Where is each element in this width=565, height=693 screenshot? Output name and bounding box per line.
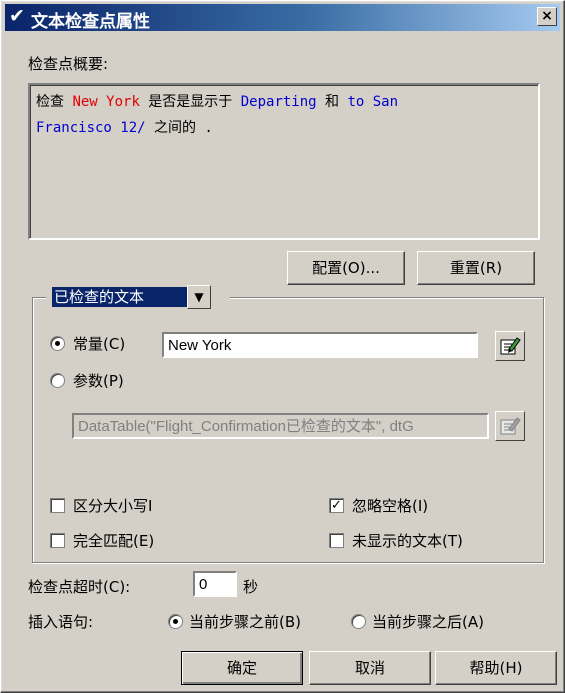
text-not-displayed-label[interactable]: 未显示的文本(T) bbox=[352, 530, 463, 551]
ignore-spaces-checkbox[interactable]: ✓ bbox=[329, 498, 344, 513]
insert-after-radio[interactable] bbox=[351, 614, 366, 629]
summary-text-before: Departing bbox=[240, 94, 317, 110]
cancel-button[interactable]: 取消 bbox=[309, 651, 431, 685]
checked-text-combo[interactable]: 已检查的文本 ▼ bbox=[46, 285, 230, 309]
timeout-label: 检查点超时(C): bbox=[28, 578, 131, 596]
chevron-down-icon[interactable]: ▼ bbox=[187, 285, 211, 309]
insert-before-label[interactable]: 当前步骤之前(B) bbox=[189, 611, 301, 632]
match-case-label[interactable]: 区分大小写I bbox=[73, 495, 152, 516]
window-title: 文本检查点属性 bbox=[31, 12, 150, 32]
summary-text-after: to San bbox=[347, 94, 399, 110]
summary-text: 之间的 . bbox=[145, 120, 213, 136]
reset-button[interactable]: 重置(R) bbox=[417, 251, 535, 285]
text-checkpoint-properties-dialog: ✔ 文本检查点属性 × 检查点概要: 检查 New York 是否是显示于 De… bbox=[0, 0, 565, 693]
ok-button[interactable]: 确定 bbox=[181, 651, 303, 685]
constant-value-input[interactable]: New York bbox=[162, 332, 478, 358]
help-button[interactable]: 帮助(H) bbox=[435, 651, 557, 685]
timeout-input[interactable]: 0 bbox=[193, 571, 237, 597]
title-bar[interactable]: ✔ 文本检查点属性 × bbox=[5, 4, 560, 32]
parameter-value-input[interactable]: DataTable("Flight_Confirmation已检查的文本", d… bbox=[72, 413, 489, 439]
checkmark-icon: ✔ bbox=[9, 5, 25, 27]
ignore-spaces-label[interactable]: 忽略空格(I) bbox=[352, 495, 428, 516]
summary-text: 和 bbox=[316, 94, 348, 110]
summary-text-after-cont: Francisco 12/ bbox=[36, 120, 146, 136]
summary-label: 检查点概要: bbox=[28, 55, 109, 73]
summary-checked-text: New York bbox=[72, 94, 140, 110]
exact-match-checkbox[interactable] bbox=[50, 533, 65, 548]
timeout-unit: 秒 bbox=[243, 578, 259, 596]
close-button[interactable]: × bbox=[537, 7, 557, 26]
constant-edit-button[interactable] bbox=[495, 331, 525, 361]
constant-label[interactable]: 常量(C) bbox=[73, 333, 125, 354]
edit-icon bbox=[500, 417, 521, 435]
summary-text: 检查 bbox=[36, 94, 73, 110]
checkpoint-summary: 检查 New York 是否是显示于 Departing 和 to San Fra… bbox=[28, 83, 540, 240]
exact-match-label[interactable]: 完全匹配(E) bbox=[73, 530, 154, 551]
match-case-checkbox[interactable] bbox=[50, 498, 65, 513]
parameter-edit-button[interactable] bbox=[495, 411, 525, 441]
constant-radio[interactable] bbox=[50, 336, 65, 351]
edit-icon bbox=[500, 337, 521, 355]
text-not-displayed-checkbox[interactable] bbox=[329, 533, 344, 548]
parameter-label[interactable]: 参数(P) bbox=[73, 370, 124, 391]
insert-after-label[interactable]: 当前步骤之后(A) bbox=[372, 611, 484, 632]
insert-before-radio[interactable] bbox=[168, 614, 183, 629]
parameter-radio[interactable] bbox=[50, 373, 65, 388]
insert-label: 插入语句: bbox=[28, 613, 94, 631]
configure-button[interactable]: 配置(O)... bbox=[287, 251, 405, 285]
checked-text-combo-value: 已检查的文本 bbox=[52, 287, 190, 307]
summary-text: 是否是显示于 bbox=[139, 94, 241, 110]
